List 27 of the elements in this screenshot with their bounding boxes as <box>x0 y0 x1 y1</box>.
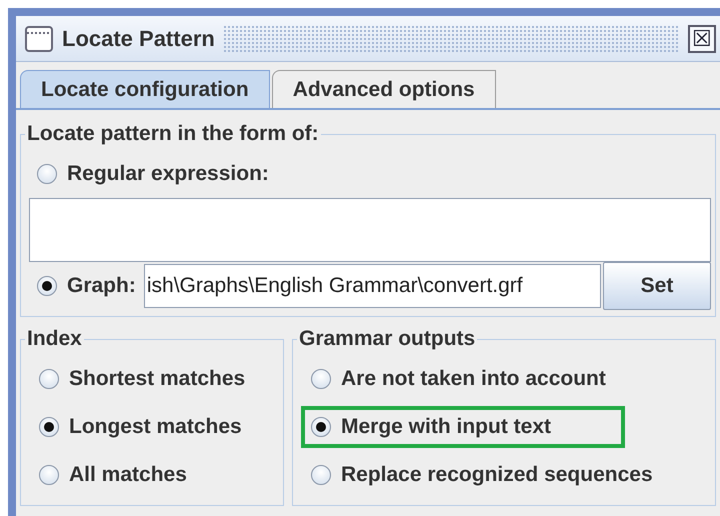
window-icon <box>24 24 54 54</box>
option-label: Regular expression: <box>67 162 269 186</box>
radio-button[interactable] <box>311 369 331 389</box>
radio-button[interactable] <box>39 369 59 389</box>
option-label: Shortest matches <box>69 367 246 391</box>
graph-path-field[interactable]: ish\Graphs\English Grammar\convert.grf <box>144 264 601 308</box>
close-button[interactable]: ☒ <box>688 24 716 52</box>
set-button[interactable]: Set <box>603 262 711 310</box>
group-title: Index <box>26 327 83 351</box>
option-label: Longest matches <box>69 415 242 439</box>
option-label: Are not taken into account <box>341 367 606 391</box>
radio-button[interactable] <box>311 417 331 437</box>
option-label: All matches <box>69 463 187 487</box>
option-label: Graph: <box>67 274 136 298</box>
radio-button[interactable] <box>311 465 331 485</box>
option-label: Merge with input text <box>341 415 551 439</box>
group-title: Grammar outputs <box>298 327 476 351</box>
radio-button[interactable] <box>39 417 59 437</box>
regex-field[interactable] <box>29 198 711 262</box>
window-title: Locate Pattern <box>62 26 215 52</box>
tab[interactable]: Advanced options <box>272 70 496 108</box>
tab[interactable]: Locate configuration <box>20 70 270 108</box>
radio-button[interactable] <box>37 276 57 296</box>
option-label: Replace recognized sequences <box>341 463 653 487</box>
radio-button[interactable] <box>37 164 57 184</box>
radio-button[interactable] <box>39 465 59 485</box>
group-title: Locate pattern in the form of: <box>26 122 320 146</box>
